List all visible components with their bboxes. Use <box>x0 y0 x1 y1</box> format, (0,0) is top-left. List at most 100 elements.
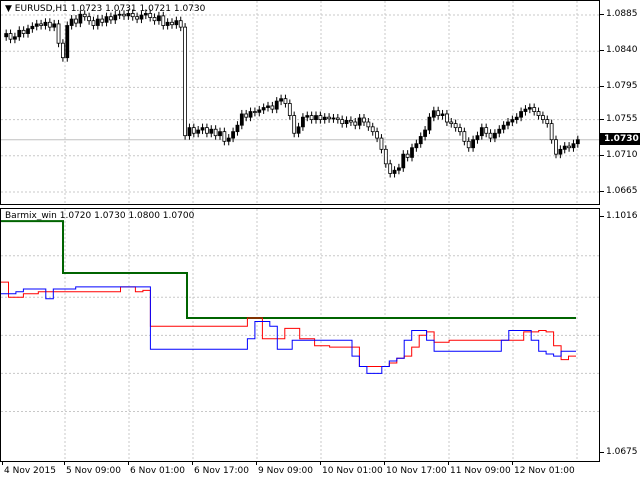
candle-bearish <box>318 115 323 120</box>
candle-bearish <box>91 20 96 26</box>
candle-bullish <box>95 18 100 26</box>
time-label: 5 Nov 09:00 <box>66 466 121 476</box>
price-tick <box>600 50 604 52</box>
candle-bullish <box>69 18 74 26</box>
candle-bullish <box>279 98 283 102</box>
time-tick <box>512 462 513 465</box>
candle-bullish <box>34 23 39 27</box>
candle-bearish <box>87 16 91 22</box>
main-chart-header: ▼ EURUSD,H1 1.0723 1.0731 1.0721 1.0730 <box>5 4 205 15</box>
candle-bullish <box>274 100 279 110</box>
candle-bullish <box>266 105 270 108</box>
price-label: 1.0885 <box>606 9 638 20</box>
candle-bearish <box>458 127 462 133</box>
candle-bearish <box>383 148 388 165</box>
indicator-blue-line <box>1 286 576 374</box>
time-tick <box>2 462 3 465</box>
candle-bearish <box>453 123 458 129</box>
candle-bearish <box>292 115 297 134</box>
candle-bearish <box>335 117 340 120</box>
indicator-scale[interactable]: 1.1016 1.0675 <box>600 208 640 462</box>
candle-bearish <box>466 140 471 149</box>
candle-bearish <box>109 16 113 21</box>
candle-bearish <box>445 113 449 123</box>
indicator-label: Barmix_win 1.0720 1.0730 1.0800 1.0700 <box>5 211 195 221</box>
candle-bearish <box>366 121 371 128</box>
candle-bullish <box>423 129 427 137</box>
price-scale[interactable]: 1.0885 1.0840 1.0795 1.0755 1.0710 1.0665 <box>600 0 640 205</box>
candle-bearish <box>327 116 331 120</box>
indicator-scale-label: 1.1016 <box>606 211 638 221</box>
candle-bullish <box>519 111 523 118</box>
indicator-canvas <box>1 209 599 461</box>
price-tick <box>600 14 604 16</box>
candle-bearish <box>74 18 78 24</box>
candle-bearish <box>21 29 26 34</box>
candle-bearish <box>283 98 288 104</box>
candle-bearish <box>536 111 541 116</box>
candle-bullish <box>139 14 144 20</box>
candle-bearish <box>405 153 410 158</box>
candle-bearish <box>462 131 467 142</box>
candle-bullish <box>4 33 9 38</box>
candle-bearish <box>205 127 209 134</box>
candle-bullish <box>475 135 480 141</box>
candle-bullish <box>401 153 406 169</box>
candle-bullish <box>427 116 432 131</box>
candle-bearish <box>488 132 493 139</box>
candle-bearish <box>532 107 537 112</box>
symbol-label: EURUSD,H1 <box>14 4 68 14</box>
price-tick <box>600 190 604 192</box>
candle-bullish <box>209 128 214 134</box>
candle-bullish <box>248 111 253 118</box>
time-label: 6 Nov 01:00 <box>130 466 185 476</box>
candle-bullish <box>322 116 327 120</box>
candle-bullish <box>235 124 240 133</box>
ohlc-values: 1.0723 1.0731 1.0721 1.0730 <box>70 4 206 14</box>
candle-bullish <box>226 137 231 142</box>
candle-bullish <box>514 116 519 120</box>
main-chart-canvas <box>1 1 599 204</box>
candle-bullish <box>510 119 515 123</box>
time-label: 12 Nov 01:00 <box>514 466 575 476</box>
time-tick <box>192 462 193 465</box>
candle-bearish <box>8 33 13 40</box>
candle-bearish <box>178 20 183 28</box>
candle-bearish <box>541 115 545 120</box>
price-label: 1.0755 <box>606 113 638 124</box>
candle-bullish <box>558 148 563 155</box>
candle-bullish <box>410 147 414 158</box>
candle-bearish <box>100 18 105 23</box>
candle-bullish <box>196 129 201 134</box>
candle-bullish <box>187 127 192 137</box>
candle-bearish <box>436 110 441 116</box>
time-label: 4 Nov 2015 <box>4 466 56 476</box>
candle-bullish <box>43 21 48 26</box>
candle-bearish <box>170 21 174 26</box>
candle-bearish <box>161 15 166 26</box>
candle-bearish <box>270 105 275 110</box>
candle-bullish <box>261 107 266 111</box>
time-axis[interactable]: 4 Nov 2015 5 Nov 09:00 6 Nov 01:00 6 Nov 17… <box>0 462 640 480</box>
time-tick <box>128 462 129 465</box>
candle-bullish <box>431 110 436 118</box>
candle-bullish <box>575 139 580 145</box>
main-chart-pane[interactable]: ▼ EURUSD,H1 1.0723 1.0731 1.0721 1.0730 <box>0 0 600 205</box>
candle-bullish <box>218 131 222 137</box>
candle-bearish <box>484 127 489 134</box>
candle-bearish <box>545 119 550 125</box>
collapse-triangle-icon[interactable]: ▼ <box>5 4 12 14</box>
candle-bullish <box>571 143 576 149</box>
candle-bullish <box>301 116 305 128</box>
indicator-green-line <box>1 220 576 320</box>
time-label: 10 Nov 17:00 <box>386 466 447 476</box>
candle-bullish <box>200 127 205 131</box>
candle-bearish <box>340 119 345 125</box>
indicator-pane[interactable]: Barmix_win 1.0720 1.0730 1.0800 1.0700 <box>0 208 600 462</box>
candle-bullish <box>331 117 336 120</box>
time-label: 11 Nov 09:00 <box>450 466 511 476</box>
candle-bearish <box>287 103 292 116</box>
candle-bearish <box>375 131 379 139</box>
time-tick <box>64 462 65 465</box>
candle-bullish <box>52 23 57 28</box>
